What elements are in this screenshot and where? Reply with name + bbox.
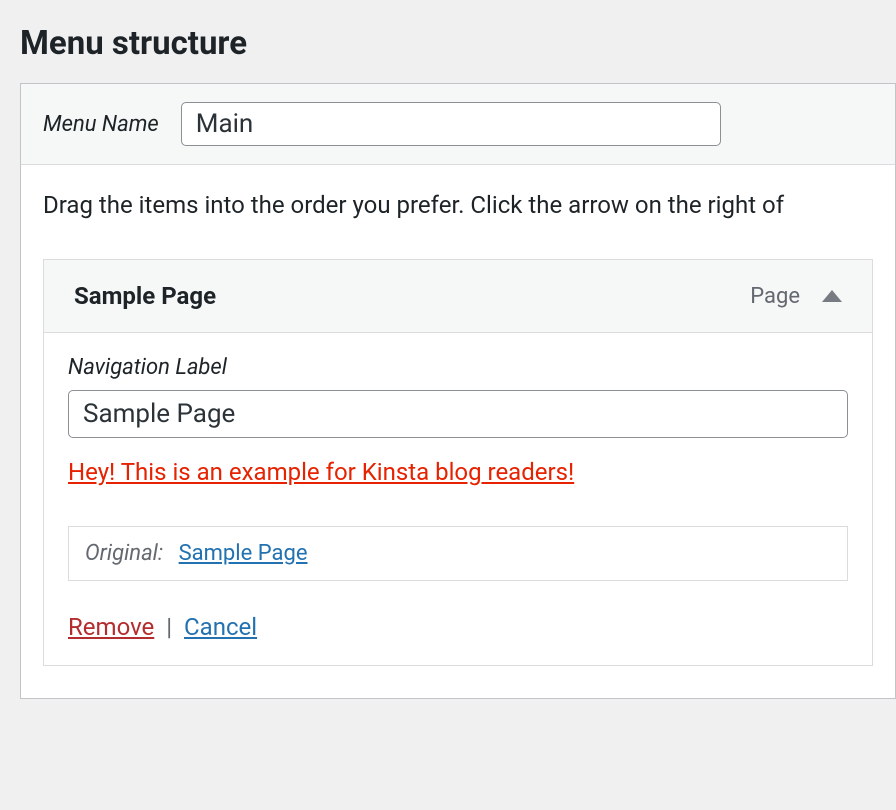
menu-item-actions: Remove | Cancel — [68, 613, 848, 641]
menu-item-type-label: Page — [750, 284, 800, 309]
chevron-up-icon[interactable] — [822, 290, 842, 302]
menu-panel-body: Drag the items into the order you prefer… — [21, 165, 895, 698]
drag-hint-text: Drag the items into the order you prefer… — [43, 191, 873, 219]
menu-item-header[interactable]: Sample Page Page — [44, 260, 872, 333]
menu-item-header-right: Page — [750, 284, 842, 309]
menu-item: Sample Page Page Navigation Label Hey! T… — [43, 259, 873, 666]
menu-structure-panel: Menu Name Drag the items into the order … — [20, 83, 896, 699]
menu-name-input[interactable] — [181, 102, 721, 146]
section-heading: Menu structure — [0, 0, 896, 83]
menu-item-title: Sample Page — [74, 282, 216, 310]
description-link[interactable]: Hey! This is an example for Kinsta blog … — [68, 458, 574, 486]
menu-name-label: Menu Name — [43, 112, 159, 137]
remove-link[interactable]: Remove — [68, 613, 154, 641]
menu-name-row: Menu Name — [21, 84, 895, 165]
menu-item-body: Navigation Label Hey! This is an example… — [44, 333, 872, 665]
original-page-link[interactable]: Sample Page — [179, 541, 308, 566]
action-separator: | — [166, 613, 172, 641]
navigation-label-input[interactable] — [68, 390, 848, 438]
original-box: Original: Sample Page — [68, 526, 848, 581]
original-label: Original: — [85, 541, 163, 566]
navigation-label-text: Navigation Label — [68, 355, 848, 380]
cancel-link[interactable]: Cancel — [184, 613, 257, 641]
